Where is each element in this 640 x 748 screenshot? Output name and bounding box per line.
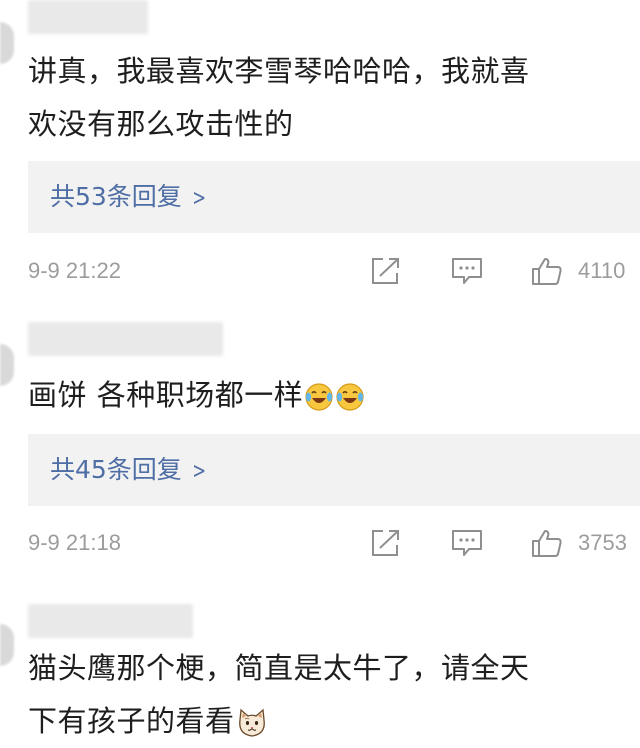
comment-text: 画饼 各种职场都一样 — [28, 369, 628, 422]
share-icon[interactable] — [369, 256, 403, 286]
comment-icon[interactable] — [450, 528, 484, 558]
comment-text-content: 下有孩子的看看 — [28, 704, 235, 738]
chevron-right-icon: > — [192, 459, 206, 484]
cat-emoji-icon — [238, 708, 265, 737]
comment-text-line: 画饼 各种职场都一样 — [28, 369, 628, 422]
replies-count-label: 共53条回复 — [50, 182, 182, 211]
like-count: 3753 — [578, 530, 627, 555]
comment-meta-row: 9-9 21:18 3753 — [0, 523, 640, 563]
comment-item: 画饼 各种职场都一样 共45条回复 > 9-9 21:18 3753 — [0, 292, 640, 564]
like-count: 4110 — [578, 258, 626, 283]
timestamp: 9-9 21:22 — [28, 258, 121, 283]
comment-text-content: 画饼 各种职场都一样 — [28, 378, 304, 412]
thumbs-up-icon[interactable] — [530, 528, 564, 558]
avatar[interactable] — [0, 344, 14, 386]
avatar[interactable] — [0, 22, 14, 64]
comment-text-line: 欢没有那么攻击性的 — [28, 107, 294, 141]
view-replies-link[interactable]: 共53条回复 > — [50, 161, 208, 233]
comment-text: 猫头鹰那个梗，简直是太牛了，请全天 下有孩子的看看 — [28, 642, 628, 748]
comment-meta-row: 9-9 21:22 4110 — [0, 251, 640, 291]
chevron-right-icon: > — [192, 186, 206, 211]
share-icon[interactable] — [369, 528, 403, 558]
replies-box[interactable]: 共45条回复 > — [28, 434, 640, 506]
username[interactable] — [28, 0, 148, 34]
view-replies-link[interactable]: 共45条回复 > — [50, 434, 208, 506]
comment-icon[interactable] — [450, 256, 484, 286]
comment-item: 猫头鹰那个梗，简直是太牛了，请全天 下有孩子的看看 — [0, 564, 640, 742]
comment-item: 讲真，我最喜欢李雪琴哈哈哈，我就喜 欢没有那么攻击性的 共53条回复 > 9-9 … — [0, 0, 640, 292]
replies-box[interactable]: 共53条回复 > — [28, 161, 640, 233]
timestamp: 9-9 21:18 — [28, 530, 121, 555]
laugh-cry-emoji-icon — [305, 383, 333, 411]
username[interactable] — [28, 604, 193, 638]
comment-text-line: 猫头鹰那个梗，简直是太牛了，请全天 — [28, 651, 530, 685]
comment-text-line: 下有孩子的看看 — [28, 695, 628, 748]
comment-text: 讲真，我最喜欢李雪琴哈哈哈，我就喜 欢没有那么攻击性的 — [28, 45, 628, 151]
laugh-cry-emoji-icon — [336, 383, 364, 411]
comment-text-line: 讲真，我最喜欢李雪琴哈哈哈，我就喜 — [28, 54, 530, 88]
username[interactable] — [28, 322, 223, 356]
replies-count-label: 共45条回复 — [50, 455, 182, 484]
avatar[interactable] — [0, 624, 14, 666]
thumbs-up-icon[interactable] — [530, 256, 564, 286]
